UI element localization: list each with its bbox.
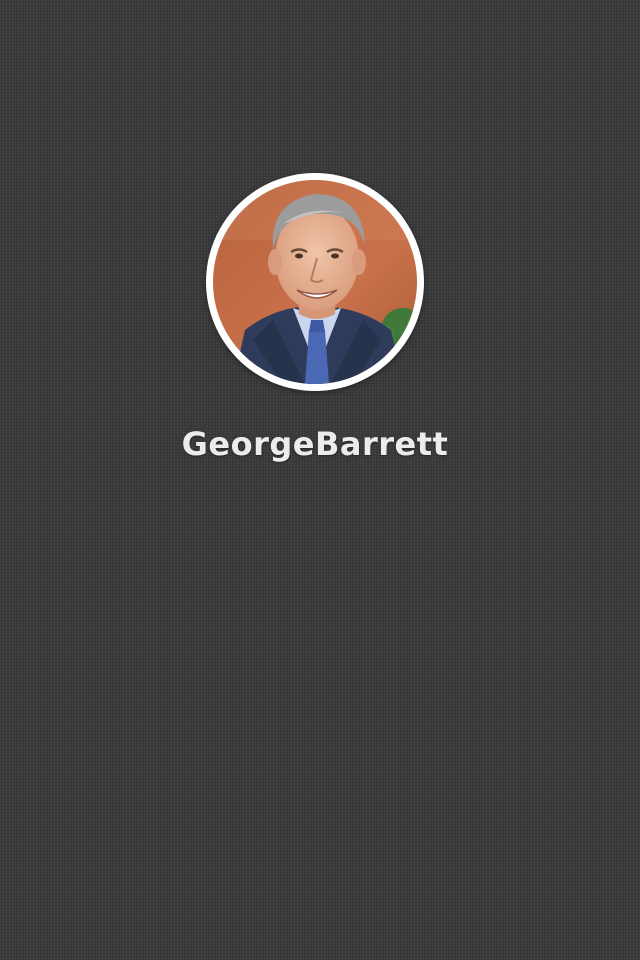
profile-name: GeorgeBarrett: [181, 425, 449, 463]
avatar[interactable]: [206, 173, 424, 391]
profile-screen: GeorgeBarrett: [0, 0, 640, 960]
avatar-photo-icon: [213, 180, 417, 384]
